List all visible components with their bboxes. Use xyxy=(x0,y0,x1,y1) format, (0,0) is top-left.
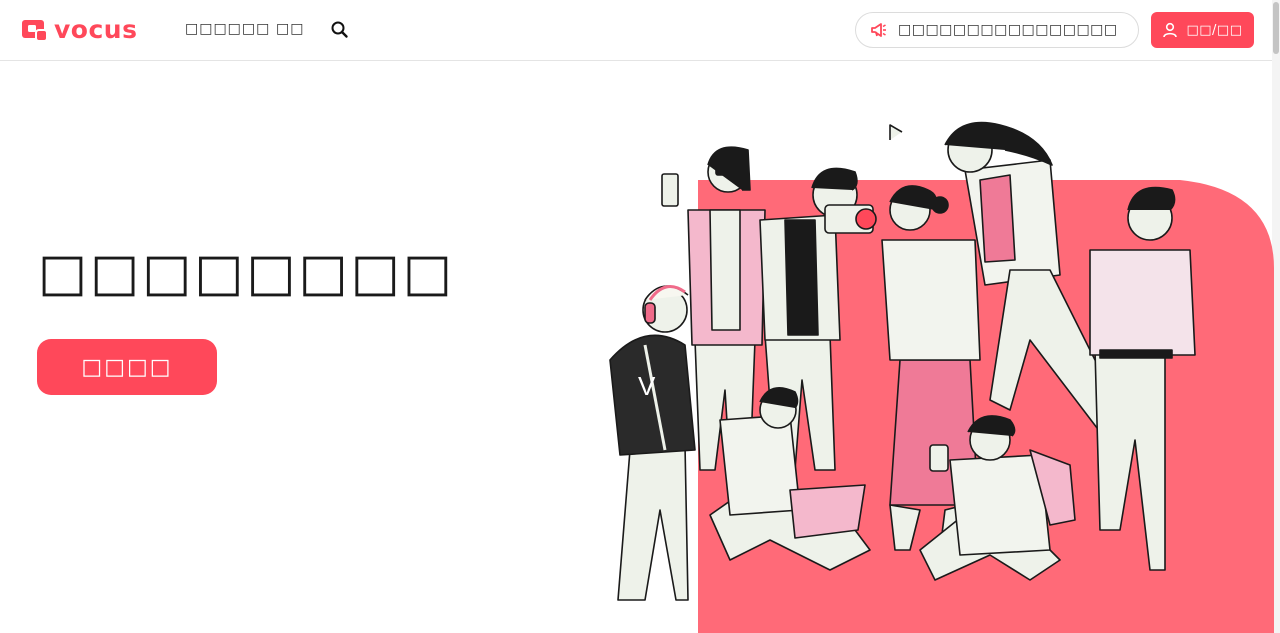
search-icon[interactable] xyxy=(329,19,351,41)
top-navbar: vocus □□□□□□ □□ □□□□□□□□□□□□□□□□ □□/□□ xyxy=(0,0,1272,61)
person-headphones: V xyxy=(609,285,696,601)
logo-text: vocus xyxy=(54,15,138,44)
login-button[interactable]: □□/□□ xyxy=(1151,12,1254,48)
announcement-pill[interactable]: □□□□□□□□□□□□□□□□ xyxy=(855,12,1139,48)
scrollbar-thumb[interactable] xyxy=(1273,2,1279,54)
hero-cta-button[interactable]: □□□□ xyxy=(37,339,217,395)
login-label: □□/□□ xyxy=(1186,22,1243,38)
hero-title: □□□□□□□□ xyxy=(38,243,456,303)
vocus-logo[interactable]: vocus xyxy=(22,17,137,43)
logo-mark-icon xyxy=(22,20,48,42)
nav-item-more[interactable]: □□ xyxy=(276,21,304,37)
svg-text:V: V xyxy=(638,371,656,401)
user-icon xyxy=(1163,22,1178,38)
nav-item-explore[interactable]: □□□□□□ xyxy=(185,21,270,37)
announcement-text: □□□□□□□□□□□□□□□□ xyxy=(898,22,1118,38)
group-of-people-illustration: V xyxy=(609,121,1275,633)
megaphone-icon xyxy=(871,23,886,37)
